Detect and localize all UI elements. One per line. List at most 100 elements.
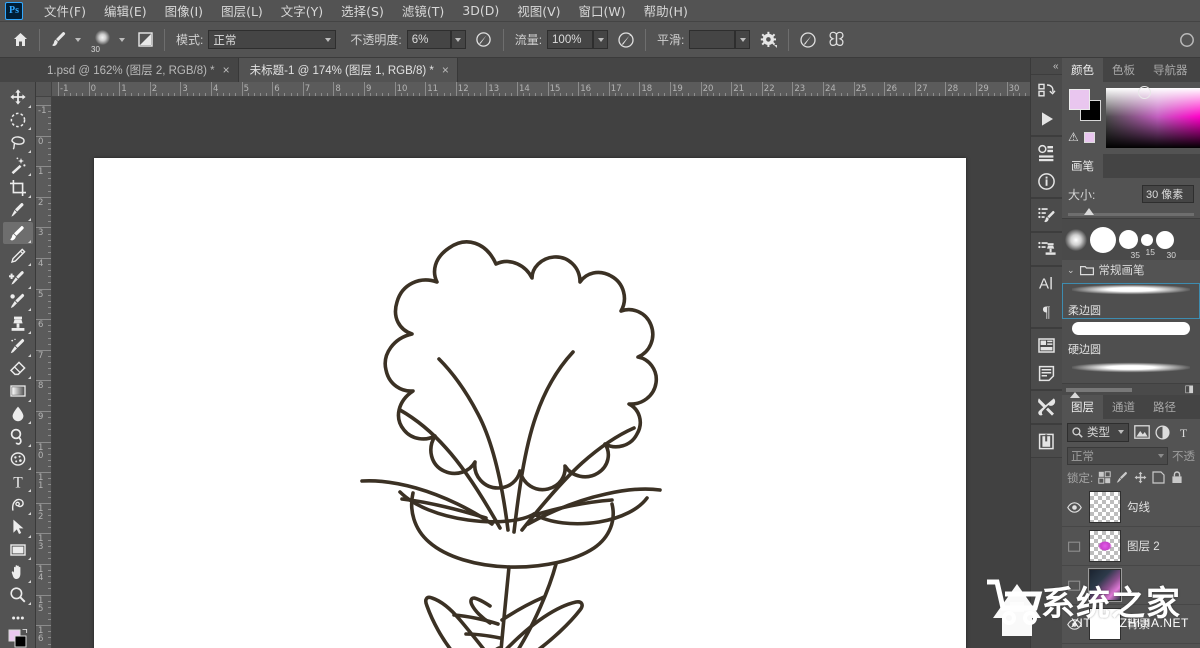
magic-wand-tool[interactable] [3, 154, 33, 177]
smudge-tool[interactable] [3, 335, 33, 358]
pen-tool[interactable] [3, 493, 33, 516]
airbrush-icon[interactable] [614, 28, 638, 52]
brush-item-extra[interactable] [1062, 361, 1200, 383]
horizontal-ruler[interactable]: -1 0 1 2 3 4 5 6 7 8 9 10 11 12 13 14 15 16 17 18 19 20 21 22 23… [36, 82, 1030, 97]
tool-presets-icon[interactable] [1033, 393, 1061, 421]
shape-tool[interactable] [3, 539, 33, 562]
brush-item-soft-round[interactable]: 柔边圆 [1062, 283, 1200, 319]
layer-name[interactable]: 背景 [1127, 616, 1150, 632]
lock-image-icon[interactable] [1116, 471, 1129, 484]
path-selection-tool[interactable] [3, 516, 33, 539]
libraries-icon[interactable] [1033, 331, 1061, 359]
eyedropper-tool[interactable] [3, 199, 33, 222]
collapse-panels-button[interactable]: « [1031, 58, 1063, 74]
paragraph-icon[interactable]: ¶ [1033, 297, 1061, 325]
brush-preset-thumb[interactable]: 30 [1156, 230, 1176, 260]
marquee-tool[interactable] [3, 109, 33, 132]
lock-position-icon[interactable] [1134, 471, 1147, 484]
menu-help[interactable]: 帮助(H) [635, 0, 697, 22]
brush-tool[interactable] [2, 221, 33, 245]
brush-item-hard-round[interactable]: 硬边圆 [1062, 322, 1200, 358]
tab-navigator[interactable]: 导航器 [1144, 58, 1197, 82]
web-safe-swatch[interactable] [1083, 131, 1095, 143]
pressure-size-icon[interactable] [796, 28, 820, 52]
notes-icon[interactable] [1033, 359, 1061, 387]
brush-preset-thumb[interactable]: 35 [1119, 230, 1140, 260]
opacity-input[interactable]: 6% [406, 30, 451, 49]
brush-preset-icon[interactable] [47, 28, 71, 52]
more-tools[interactable] [3, 606, 33, 629]
history-brush-tool[interactable] [3, 290, 33, 313]
layer-visibility-toggle[interactable] [1065, 541, 1083, 552]
hand-tool[interactable] [3, 561, 33, 584]
character-icon[interactable]: A [1033, 269, 1061, 297]
move-tool[interactable] [3, 86, 33, 109]
close-icon[interactable]: × [223, 64, 230, 76]
pencil-tool[interactable] [3, 244, 33, 267]
layer-filter-type-select[interactable]: 类型 [1067, 422, 1129, 442]
opacity-dropdown[interactable] [450, 30, 466, 49]
adjustments-icon[interactable] [1033, 139, 1061, 167]
glyphs-book-icon[interactable] [1033, 427, 1061, 455]
type-tool[interactable]: T [3, 471, 33, 494]
gear-icon[interactable] [757, 28, 781, 52]
menu-view[interactable]: 视图(V) [508, 0, 569, 22]
layer-thumbnail[interactable] [1088, 568, 1122, 602]
crop-tool[interactable] [3, 177, 33, 200]
smoothing-input[interactable] [689, 30, 736, 49]
pixel-filter-icon[interactable] [1133, 423, 1150, 441]
slider-thumb[interactable] [1084, 208, 1094, 215]
gamut-warning-icon[interactable]: ⚠ [1068, 131, 1079, 143]
home-icon[interactable] [8, 28, 32, 52]
layer-name[interactable]: 图层 2 [1127, 538, 1160, 554]
table-row[interactable]: 背景 [1062, 605, 1200, 644]
canvas-area[interactable] [52, 97, 1030, 648]
current-brush-thumbnail[interactable]: 30 [89, 27, 115, 54]
table-row[interactable]: 图层 2 [1062, 527, 1200, 566]
document-tab-untitled1[interactable]: 未标题-1 @ 174% (图层 1, RGB/8) * × [238, 58, 458, 82]
tab-brushes[interactable]: 画笔 [1062, 154, 1103, 178]
color-ramp[interactable] [1106, 86, 1200, 148]
zoom-tool[interactable] [3, 584, 33, 607]
layer-thumbnail[interactable] [1089, 608, 1121, 640]
menu-edit[interactable]: 编辑(E) [95, 0, 156, 22]
menu-layer[interactable]: 图层(L) [212, 0, 272, 22]
brush-size-input[interactable]: 30 像素 [1142, 185, 1194, 203]
clone-stamp-tool[interactable] [3, 312, 33, 335]
tab-swatches[interactable]: 色板 [1103, 58, 1144, 82]
gradient-tool[interactable] [3, 380, 33, 403]
lasso-tool[interactable] [3, 131, 33, 154]
history-icon[interactable] [1033, 77, 1061, 105]
blend-mode-select[interactable]: 正常 [208, 30, 337, 49]
lock-transparent-icon[interactable] [1098, 471, 1111, 484]
layer-thumbnail[interactable] [1089, 530, 1121, 562]
symmetry-butterfly-icon[interactable] [824, 28, 848, 52]
vertical-ruler[interactable]: -1 0 1 2 3 4 5 6 7 8 9 10 11 12 13 14 15 16 [36, 97, 52, 648]
lock-artboard-icon[interactable] [1152, 471, 1165, 484]
menu-file[interactable]: 文件(F) [35, 0, 95, 22]
slider-thumb[interactable] [1070, 392, 1080, 398]
blur-tool[interactable] [3, 403, 33, 426]
menu-3d[interactable]: 3D(D) [453, 1, 508, 20]
flow-dropdown[interactable] [593, 30, 609, 49]
new-brush-icon[interactable]: ◨ [1185, 384, 1194, 395]
tab-layers[interactable]: 图层 [1062, 395, 1103, 419]
pressure-opacity-icon[interactable] [472, 28, 496, 52]
actions-play-icon[interactable] [1033, 105, 1061, 133]
workspace-switcher-icon[interactable] [1175, 28, 1199, 52]
lock-all-icon[interactable] [1170, 471, 1183, 484]
healing-brush-tool[interactable] [3, 267, 33, 290]
tab-color[interactable]: 颜色 [1062, 58, 1103, 82]
menu-type[interactable]: 文字(Y) [272, 0, 332, 22]
clone-source-icon[interactable] [1033, 235, 1061, 263]
layer-blend-mode-select[interactable]: 正常 [1067, 447, 1168, 465]
layer-visibility-toggle[interactable] [1065, 501, 1083, 513]
brush-preset-dropdown[interactable] [71, 37, 81, 42]
adjustment-filter-icon[interactable] [1154, 423, 1171, 441]
brush-size-slider[interactable] [1068, 208, 1194, 216]
tab-channels[interactable]: 通道 [1103, 395, 1144, 419]
brush-folder-row[interactable]: ⌄ 常规画笔 [1062, 260, 1200, 280]
menu-select[interactable]: 选择(S) [332, 0, 393, 22]
tab-paths[interactable]: 路径 [1144, 395, 1185, 419]
layer-visibility-toggle[interactable] [1065, 618, 1083, 630]
